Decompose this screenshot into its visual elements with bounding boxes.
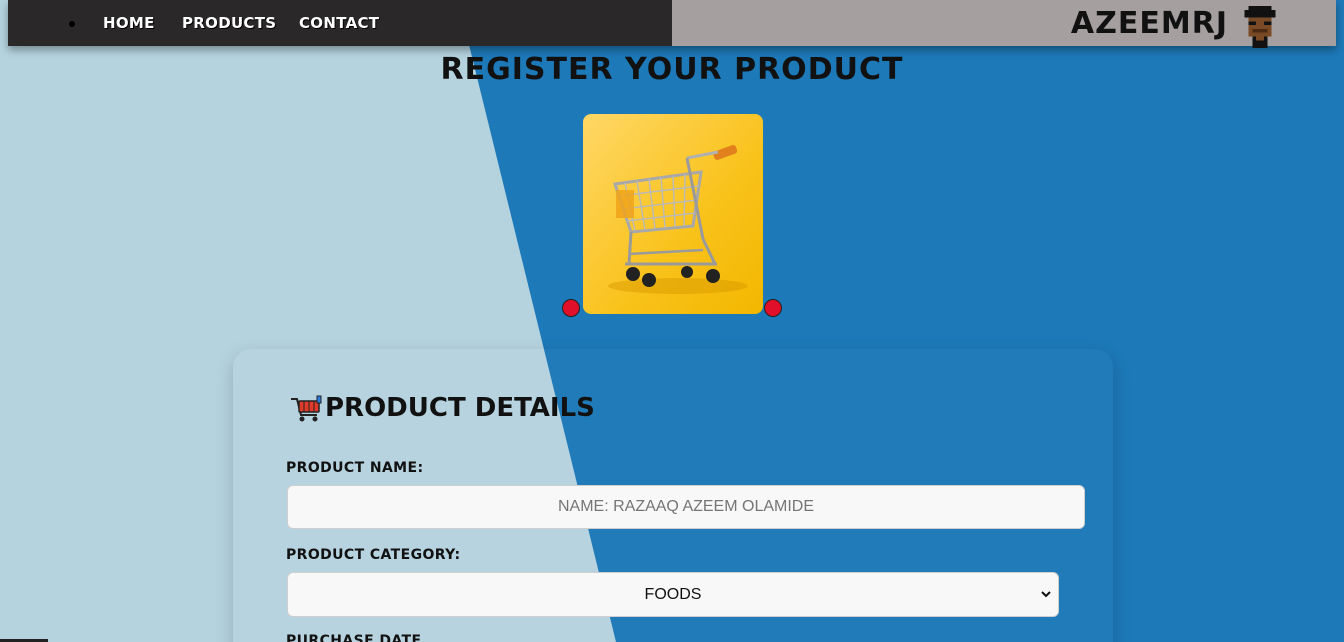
product-category-label: PRODUCT CATEGORY: bbox=[286, 547, 461, 563]
nav-link-contact[interactable]: CONTACT bbox=[299, 14, 379, 32]
product-details-form: PRODUCT DETAILS PRODUCT NAME: PRODUCT CA… bbox=[233, 349, 1113, 642]
purchase-date-label: PURCHASE DATE bbox=[286, 633, 422, 642]
shopping-cart-icon bbox=[291, 395, 322, 422]
form-heading-text: PRODUCT DETAILS bbox=[325, 393, 595, 423]
product-name-label: PRODUCT NAME: bbox=[286, 460, 424, 476]
product-name-input[interactable] bbox=[287, 485, 1085, 529]
nav-link-products[interactable]: PRODUCTS bbox=[182, 14, 276, 32]
brand-name[interactable]: AZEEMRJ bbox=[1071, 6, 1228, 41]
chevron-down-icon bbox=[1041, 591, 1051, 598]
carousel-dot-right[interactable] bbox=[764, 299, 782, 317]
nav-link-home[interactable]: HOME bbox=[103, 14, 155, 32]
navbar-right: AZEEMRJ bbox=[672, 0, 1336, 48]
shopping-cart-photo bbox=[583, 114, 763, 314]
page-title: REGISTER YOUR PRODUCT bbox=[440, 52, 904, 87]
pixel-avatar-icon bbox=[1244, 6, 1276, 48]
form-heading: PRODUCT DETAILS bbox=[289, 393, 595, 423]
navbar: HOME PRODUCTS CONTACT AZEEMRJ bbox=[8, 0, 1336, 48]
product-category-select[interactable]: FOODS bbox=[287, 572, 1059, 617]
navbar-left: HOME PRODUCTS CONTACT bbox=[8, 0, 672, 46]
carousel-dot-left[interactable] bbox=[562, 299, 580, 317]
product-category-value: FOODS bbox=[644, 585, 702, 603]
nav-bullet bbox=[69, 21, 75, 27]
